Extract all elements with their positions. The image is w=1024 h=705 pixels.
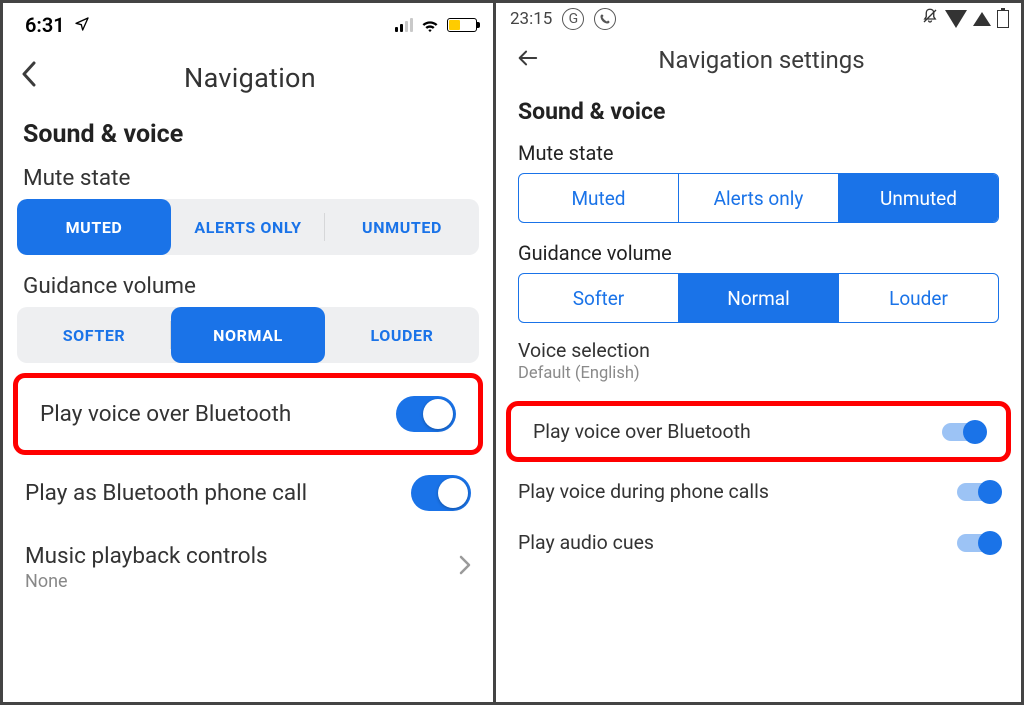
row-label: Music playback controls	[25, 543, 268, 569]
mute-state-segmented: Muted Alerts only Unmuted	[518, 173, 999, 223]
row-label: Play voice over Bluetooth	[533, 420, 751, 443]
row-label: Play audio cues	[518, 531, 654, 554]
status-time: 6:31	[25, 13, 90, 37]
ios-nav-header: Navigation	[3, 43, 493, 106]
mute-option-unmuted[interactable]: UNMUTED	[325, 199, 479, 255]
voice-selection-row[interactable]: Voice selection Default (English)	[496, 333, 1021, 383]
mute-option-unmuted[interactable]: Unmuted	[839, 174, 998, 222]
vol-option-normal[interactable]: NORMAL	[171, 307, 325, 363]
android-status-bar: 23:15 G	[496, 3, 1021, 32]
voice-selection-label: Voice selection	[518, 339, 999, 362]
vol-option-louder[interactable]: LOUDER	[325, 307, 479, 363]
during-calls-toggle[interactable]	[957, 483, 999, 501]
mute-state-label: Mute state	[3, 157, 493, 199]
guidance-volume-label: Guidance volume	[3, 265, 493, 307]
play-voice-over-bluetooth-row[interactable]: Play voice over Bluetooth	[18, 378, 478, 450]
bluetooth-voice-toggle[interactable]	[942, 423, 984, 441]
guidance-volume-segmented: SOFTER NORMAL LOUDER	[17, 307, 479, 363]
section-header: Sound & voice	[3, 106, 493, 157]
mute-option-alerts-only[interactable]: ALERTS ONLY	[171, 199, 325, 255]
music-playback-controls-row[interactable]: Music playback controls None	[3, 529, 493, 602]
mute-option-muted[interactable]: MUTED	[17, 199, 171, 255]
mute-state-label: Mute state	[496, 133, 1021, 173]
page-title: Navigation	[21, 62, 479, 94]
ios-screen: 6:31 Navigation Sound & voice Mute state	[3, 3, 496, 702]
cell-signal-icon	[973, 12, 991, 26]
battery-icon	[447, 18, 477, 32]
cell-signal-icon	[395, 18, 413, 32]
section-header: Sound & voice	[496, 84, 1021, 133]
ios-status-bar: 6:31	[3, 3, 493, 43]
guidance-volume-label: Guidance volume	[496, 233, 1021, 273]
play-voice-during-phone-calls-row[interactable]: Play voice during phone calls	[496, 466, 1021, 517]
location-arrow-icon	[74, 13, 90, 37]
vol-option-louder[interactable]: Louder	[839, 274, 998, 322]
vol-option-softer[interactable]: SOFTER	[17, 307, 171, 363]
guidance-volume-segmented: Softer Normal Louder	[518, 273, 999, 323]
play-as-bluetooth-phone-call-row[interactable]: Play as Bluetooth phone call	[3, 457, 493, 529]
chevron-right-icon	[459, 555, 471, 580]
highlight-box: Play voice over Bluetooth	[506, 401, 1011, 462]
play-audio-cues-row[interactable]: Play audio cues	[496, 517, 1021, 568]
status-time: 23:15	[510, 9, 552, 29]
wifi-icon	[420, 18, 440, 33]
android-nav-header: Navigation settings	[496, 32, 1021, 84]
battery-icon	[997, 10, 1009, 28]
vol-option-softer[interactable]: Softer	[519, 274, 679, 322]
phone-icon	[594, 8, 616, 30]
row-label: Play voice during phone calls	[518, 480, 769, 503]
audio-cues-toggle[interactable]	[957, 534, 999, 552]
mute-bell-icon	[921, 7, 939, 30]
row-subvalue: None	[25, 571, 268, 592]
android-screen: 23:15 G Navigation settings Sound &	[496, 3, 1021, 702]
vol-option-normal[interactable]: Normal	[679, 274, 839, 322]
highlight-box: Play voice over Bluetooth	[13, 373, 483, 455]
mute-option-alerts-only[interactable]: Alerts only	[679, 174, 839, 222]
row-label: Play as Bluetooth phone call	[25, 480, 307, 506]
mute-option-muted[interactable]: Muted	[519, 174, 679, 222]
bluetooth-phone-call-toggle[interactable]	[411, 475, 471, 511]
google-icon: G	[562, 8, 584, 30]
bluetooth-voice-toggle[interactable]	[396, 396, 456, 432]
page-title: Navigation settings	[516, 46, 1007, 74]
mute-state-segmented: MUTED ALERTS ONLY UNMUTED	[17, 199, 479, 255]
row-label: Play voice over Bluetooth	[40, 401, 291, 427]
wifi-signal-icon	[945, 10, 967, 28]
play-voice-over-bluetooth-row[interactable]: Play voice over Bluetooth	[511, 406, 1006, 457]
voice-selection-value: Default (English)	[518, 364, 999, 383]
